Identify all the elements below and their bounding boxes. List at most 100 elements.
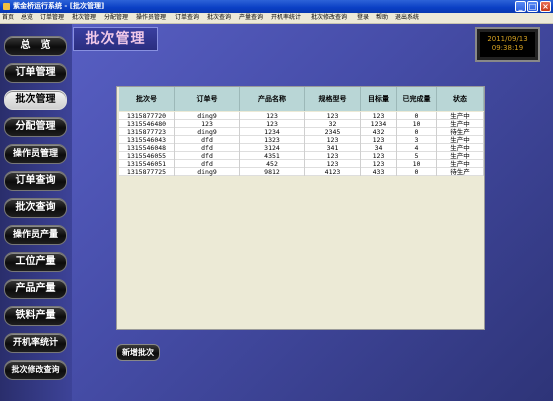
menu-item-output-query[interactable]: 产量查询 <box>239 13 263 23</box>
table-cell: 生产中 <box>437 120 484 128</box>
table-cell: 3124 <box>240 144 305 152</box>
page-title: 批次管理 <box>73 27 158 51</box>
column-header[interactable]: 批次号 <box>119 87 175 111</box>
table-cell: 432 <box>361 128 397 136</box>
table-cell: 123 <box>361 136 397 144</box>
menu-item-home[interactable]: 首页 <box>2 13 14 23</box>
table-cell: 32 <box>305 120 361 128</box>
table-row[interactable]: 1315877720 ding9 123 123 123 0 生产中 <box>119 112 484 120</box>
table-cell: 123 <box>361 160 397 168</box>
table-cell: 3 <box>397 136 437 144</box>
table-cell: dfd <box>175 160 240 168</box>
batch-table: 批次号 订单号 产品名称 规格型号 目标量 已完成量 状态 1315877720… <box>116 86 485 330</box>
column-header[interactable]: 产品名称 <box>240 87 305 111</box>
menu-item-batch-query[interactable]: 批次查询 <box>207 13 231 23</box>
table-cell: 待生产 <box>437 128 484 136</box>
column-header[interactable]: 目标量 <box>361 87 397 111</box>
nav-station-output-button[interactable]: 工位产量 <box>4 252 67 272</box>
table-cell: 123 <box>240 120 305 128</box>
table-cell: 生产中 <box>437 112 484 120</box>
restore-button[interactable]: □ <box>527 1 538 12</box>
nav-iron-output-button[interactable]: 铁料产量 <box>4 306 67 326</box>
column-header[interactable]: 状态 <box>437 87 484 111</box>
table-cell: 0 <box>397 128 437 136</box>
table-cell: 123 <box>240 112 305 120</box>
table-cell: 4123 <box>305 168 361 176</box>
table-cell: 1315546051 <box>119 160 175 168</box>
table-row[interactable]: 1315546048 dfd 3124 341 34 4 生产中 <box>119 144 484 152</box>
table-cell: 34 <box>361 144 397 152</box>
table-row[interactable]: 1315877723 ding9 1234 2345 432 0 待生产 <box>119 128 484 136</box>
menu-item-order-management[interactable]: 订单管理 <box>40 13 64 23</box>
table-cell: 生产中 <box>437 136 484 144</box>
column-header[interactable]: 订单号 <box>175 87 240 111</box>
table-cell: 1323 <box>240 136 305 144</box>
table-cell: 1315877720 <box>119 112 175 120</box>
new-batch-button[interactable]: 新增批次 <box>116 344 160 361</box>
table-cell: 123 <box>175 120 240 128</box>
window-title: 紫金桥运行系统 - [批次管理] <box>13 2 105 10</box>
table-cell: 1315877725 <box>119 168 175 176</box>
table-cell: 123 <box>305 136 361 144</box>
table-cell: ding9 <box>175 128 240 136</box>
table-cell: 9812 <box>240 168 305 176</box>
table-row[interactable]: 1315546055 dfd 4351 123 123 5 生产中 <box>119 152 484 160</box>
close-button[interactable]: × <box>540 1 551 12</box>
clock-date: 2011/09/13 <box>487 35 528 43</box>
menu-item-login[interactable]: 登录 <box>357 13 369 23</box>
table-cell: 1315877723 <box>119 128 175 136</box>
minimize-button[interactable]: _ <box>515 1 526 12</box>
nav-operator-output-button[interactable]: 操作员产量 <box>4 225 67 245</box>
table-cell: 1234 <box>361 120 397 128</box>
table-cell: 1315546055 <box>119 152 175 160</box>
menu-item-batch-edit-query[interactable]: 批次修改查询 <box>311 13 347 23</box>
table-cell: 0 <box>397 112 437 120</box>
menu-item-allocation-management[interactable]: 分配管理 <box>104 13 128 23</box>
table-cell: dfd <box>175 144 240 152</box>
table-cell: 452 <box>240 160 305 168</box>
table-cell: 4 <box>397 144 437 152</box>
menu-item-uptime-stats[interactable]: 开机率统计 <box>271 13 301 23</box>
menu-item-exit[interactable]: 退出系统 <box>395 13 419 23</box>
menu-item-batch-management[interactable]: 批次管理 <box>72 13 96 23</box>
menu-bar: 首页 总览 订单管理 批次管理 分配管理 操作员管理 订单查询 批次查询 产量查… <box>0 13 553 24</box>
table-row[interactable]: 1315546480 123 123 32 1234 10 生产中 <box>119 120 484 128</box>
menu-item-operator-management[interactable]: 操作员管理 <box>136 13 166 23</box>
nav-batch-query-button[interactable]: 批次查询 <box>4 198 67 218</box>
nav-uptime-stats-button[interactable]: 开机率统计 <box>4 333 67 353</box>
table-cell: dfd <box>175 152 240 160</box>
column-header[interactable]: 已完成量 <box>397 87 437 111</box>
table-cell: 10 <box>397 160 437 168</box>
table-row[interactable]: 1315877725 ding9 9812 4123 433 0 待生产 <box>119 168 484 176</box>
menu-item-order-query[interactable]: 订单查询 <box>175 13 199 23</box>
table-cell: 0 <box>397 168 437 176</box>
table-cell: 生产中 <box>437 160 484 168</box>
table-row[interactable]: 1315546051 dfd 452 123 123 10 生产中 <box>119 160 484 168</box>
nav-product-output-button[interactable]: 产品产量 <box>4 279 67 299</box>
table-cell: 待生产 <box>437 168 484 176</box>
nav-operator-management-button[interactable]: 操作员管理 <box>4 144 67 164</box>
menu-item-overview[interactable]: 总览 <box>21 13 33 23</box>
table-cell: 123 <box>305 112 361 120</box>
nav-allocation-management-button[interactable]: 分配管理 <box>4 117 67 137</box>
table-cell: 1234 <box>240 128 305 136</box>
nav-order-management-button[interactable]: 订单管理 <box>4 63 67 83</box>
clock-display: 2011/09/13 09:38:19 <box>475 27 540 62</box>
app-icon <box>3 3 10 10</box>
nav-overview-button[interactable]: 总 览 <box>4 36 67 56</box>
column-header[interactable]: 规格型号 <box>305 87 361 111</box>
nav-order-query-button[interactable]: 订单查询 <box>4 171 67 191</box>
table-cell: 2345 <box>305 128 361 136</box>
table-cell: 4351 <box>240 152 305 160</box>
table-cell: ding9 <box>175 112 240 120</box>
nav-batch-management-button[interactable]: 批次管理 <box>4 90 67 110</box>
table-cell: 1315546043 <box>119 136 175 144</box>
table-cell: 123 <box>361 152 397 160</box>
table-cell: 生产中 <box>437 144 484 152</box>
nav-batch-edit-query-button[interactable]: 批次修改查询 <box>4 360 67 380</box>
table-cell: 生产中 <box>437 152 484 160</box>
table-cell: 5 <box>397 152 437 160</box>
table-cell: ding9 <box>175 168 240 176</box>
table-row[interactable]: 1315546043 dfd 1323 123 123 3 生产中 <box>119 136 484 144</box>
menu-item-help[interactable]: 帮助 <box>376 13 388 23</box>
